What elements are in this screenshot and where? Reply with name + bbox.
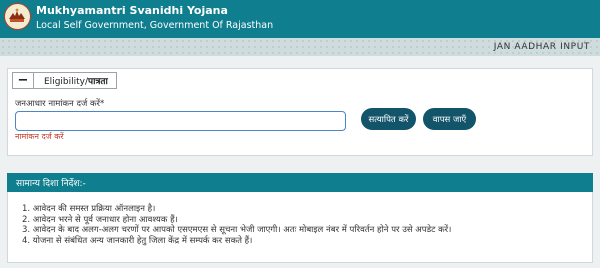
instruction-item: 1. आवेदन की समस्त प्रक्रिया ऑनलाइन है। (22, 204, 156, 214)
rajasthan-emblem-logo (4, 3, 31, 30)
instruction-item: 3. आवेदन के बाद अलग-अलग चरणों पर आपको एस… (22, 225, 452, 235)
legend-prefix: Eligibility/ (44, 77, 89, 87)
back-button[interactable]: वापस जाएँ (423, 108, 476, 130)
jan-aadhar-input[interactable] (15, 111, 346, 131)
verify-button[interactable]: सत्यापित करें (361, 108, 416, 130)
eligibility-legend-label: Eligibility/पात्रता (34, 74, 116, 87)
app-subtitle: Local Self Government, Government Of Raj… (36, 20, 274, 31)
instruction-item: 2. आवेदन भरने से पूर्व जनाधार होना आवश्य… (22, 214, 178, 225)
eligibility-legend: − Eligibility/पात्रता (12, 72, 117, 89)
app-title: Mukhyamantri Svanidhi Yojana (36, 4, 228, 17)
instruction-item: 4. योजना से संबंधित अन्य जानकारी हेतु जि… (22, 235, 253, 246)
instructions-list: 1. आवेदन की समस्त प्रक्रिया ऑनलाइन है। 2… (22, 204, 451, 246)
jan-aadhar-field-label: जनआधार नामांकन दर्ज करें* (15, 99, 105, 109)
instructions-heading: सामान्य दिशा निर्देश:- (7, 173, 593, 192)
validation-error-text: नामांकन दर्ज करें (15, 132, 64, 141)
collapse-toggle-button[interactable]: − (13, 73, 34, 88)
legend-hindi: पात्रता (88, 77, 108, 87)
page-section-title: JAN AADHAR INPUT (493, 42, 590, 52)
